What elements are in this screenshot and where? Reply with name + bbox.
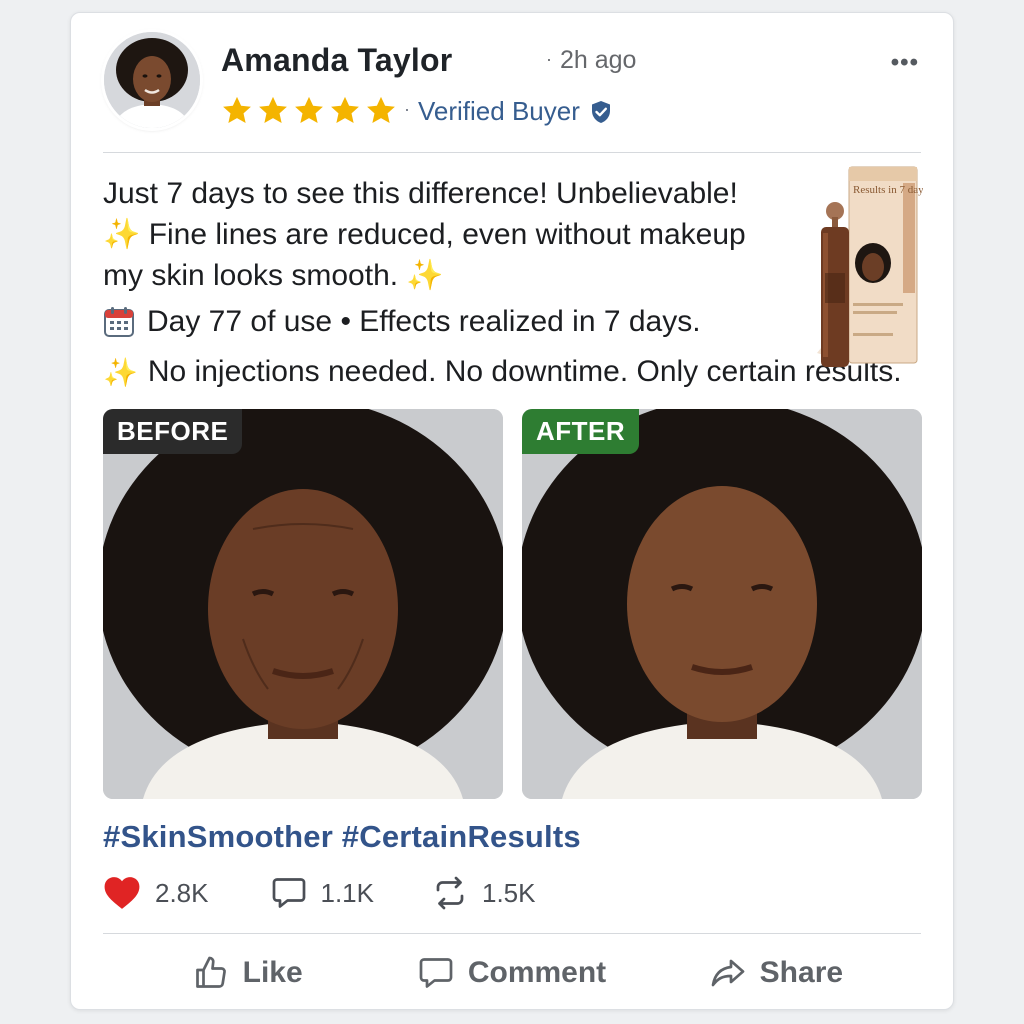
author-name[interactable]: Amanda Taylor <box>221 42 452 79</box>
sparkles-icon: ✨ <box>103 356 138 388</box>
comment-button[interactable]: Comment <box>392 947 631 999</box>
actions-divider <box>103 933 921 934</box>
usage-line: Day 77 of use • Effects realized in 7 da… <box>103 305 701 339</box>
after-photo[interactable]: AFTER <box>522 409 922 799</box>
product-box-text: Results in 7 days <box>853 184 923 196</box>
review-post-card: Amanda Taylor · 2h ago ••• · Verified Buy… <box>70 12 954 1010</box>
usage-text: Day 77 of use • Effects realized in 7 da… <box>147 305 701 338</box>
calendar-icon <box>104 307 134 337</box>
comment-count-text: 1.1K <box>320 877 375 908</box>
star-rating <box>220 94 398 128</box>
comment-icon <box>419 958 453 988</box>
comment-count[interactable]: 1.1K <box>271 875 375 911</box>
after-label: AFTER <box>522 409 640 454</box>
verified-shield-icon <box>591 100 610 123</box>
comment-button-label: Comment <box>467 956 607 989</box>
more-options-icon[interactable]: ••• <box>891 49 919 77</box>
product-image[interactable]: Results in 7 days <box>817 163 928 373</box>
claim-text: No injections needed. No downtime. Only … <box>147 355 902 388</box>
comment-bubble-icon <box>272 878 305 908</box>
hashtags[interactable]: #SkinSmoother #CertainResults <box>103 819 581 855</box>
post-actions: Like Comment Share <box>103 947 921 999</box>
before-label: BEFORE <box>103 409 243 454</box>
verified-buyer-badge: · Verified Buyer <box>404 96 612 127</box>
share-count[interactable]: 1.5K <box>432 875 536 911</box>
star-icon <box>367 96 395 124</box>
post-body: Just 7 days to see this difference! Unbe… <box>103 173 783 296</box>
like-count[interactable]: 2.8K <box>103 875 209 911</box>
header-divider <box>103 152 921 153</box>
share-button-label: Share <box>759 956 844 989</box>
author-avatar[interactable] <box>104 32 200 128</box>
share-count-text: 1.5K <box>482 877 536 908</box>
like-count-text: 2.8K <box>155 877 209 908</box>
engagement-stats: 2.8K 1.1K 1.5K <box>103 875 536 911</box>
claim-line: ✨ No injections needed. No downtime. Onl… <box>103 355 902 389</box>
post-timestamp: · 2h ago <box>546 46 637 74</box>
repost-icon <box>436 876 464 910</box>
verified-label: Verified Buyer <box>418 96 580 126</box>
star-icon <box>295 96 323 124</box>
star-icon <box>223 96 251 124</box>
body-line: Just 7 days to see this difference! Unbe… <box>103 177 738 210</box>
body-line: my skin looks smooth. ✨ <box>103 259 444 292</box>
body-line: ✨ Fine lines are reduced, even without m… <box>103 218 746 251</box>
thumbs-up-icon <box>195 956 226 988</box>
heart-icon <box>104 877 140 909</box>
star-icon <box>259 96 287 124</box>
like-button[interactable]: Like <box>103 947 392 999</box>
share-arrow-icon <box>711 959 745 987</box>
timestamp-text: 2h ago <box>560 46 637 74</box>
star-icon <box>331 96 359 124</box>
share-button[interactable]: Share <box>632 947 921 999</box>
before-photo[interactable]: BEFORE <box>103 409 503 799</box>
like-button-label: Like <box>242 956 303 989</box>
